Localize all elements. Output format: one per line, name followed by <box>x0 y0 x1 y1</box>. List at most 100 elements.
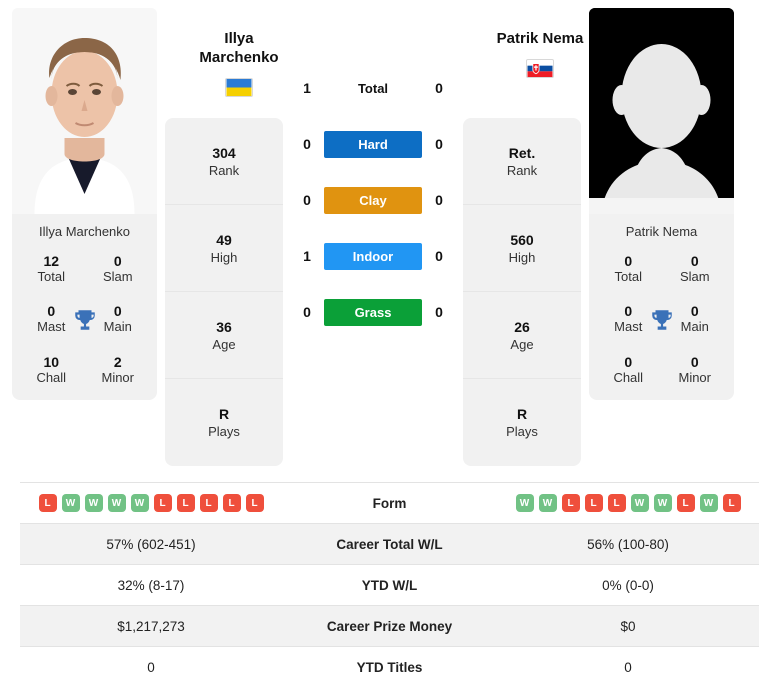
flag-ukraine-icon <box>225 77 253 97</box>
left-player-name-line1: Illya <box>224 30 254 47</box>
h2h-hard-left-count: 0 <box>303 136 311 152</box>
left-form-badges: L W W W W L L L L L <box>20 494 282 512</box>
h2h-hard-label[interactable]: Hard <box>324 130 422 158</box>
table-row-ytd-titles: 0 YTD Titles 0 <box>20 646 759 688</box>
label: High <box>210 249 238 265</box>
h2h-grass-right-count: 0 <box>435 304 443 320</box>
left-titles-grid: 12 Total 0 Slam 0 Mast 0 Main 10 Chall 2… <box>18 253 151 386</box>
h2h-clay-right-count: 0 <box>435 192 443 208</box>
form-badge: W <box>130 494 149 512</box>
right-player-column: Patrik Nema 0 Total 0 Slam 0 Mast 0 Main… <box>581 0 746 401</box>
form-badge: L <box>245 494 264 512</box>
h2h-clay-left-count: 0 <box>303 192 311 208</box>
value: 36 <box>216 318 232 335</box>
table-row-career-prize-money: $1,217,273 Career Prize Money $0 <box>20 605 759 647</box>
label: Minor <box>101 369 134 385</box>
right-ytd-titles: 0 <box>624 659 632 675</box>
label: Plays <box>506 424 538 439</box>
player-comparison-page: Illya Marchenko 12 Total 0 Slam 0 Mast 0… <box>0 0 779 699</box>
left-ytd-titles: 0 <box>147 659 155 675</box>
left-high-row: 49 High <box>165 205 283 292</box>
right-plays-row: R Plays <box>463 379 581 466</box>
value: 304 <box>212 144 236 161</box>
right-stats-card: Ret. Rank 560 High 26 Age R Plays <box>463 118 581 466</box>
right-titles-slam: 0 Slam <box>662 253 729 285</box>
right-titles-minor: 0 Minor <box>662 354 729 386</box>
left-rank-row: 304 Rank <box>165 118 283 205</box>
h2h-row-indoor: 1 Indoor 0 <box>283 228 463 284</box>
right-rank-row: Ret. Rank <box>463 118 581 205</box>
right-titles-chall: 0 Chall <box>595 354 662 386</box>
form-badge: L <box>584 494 603 512</box>
value: 0 <box>624 353 633 370</box>
h2h-indoor-left-count: 1 <box>303 248 311 264</box>
right-player-header[interactable]: Patrik Nema <box>481 30 599 78</box>
value: 0 <box>690 253 699 269</box>
label: Plays <box>208 424 240 439</box>
right-age-row: 26 Age <box>463 292 581 379</box>
form-badge: W <box>538 494 557 512</box>
h2h-clay-label[interactable]: Clay <box>324 186 422 214</box>
trophy-icon <box>649 307 675 333</box>
row-label-career-total-wl: Career Total W/L <box>336 536 443 552</box>
value: 10 <box>43 353 60 370</box>
h2h-row-hard: 0 Hard 0 <box>283 116 463 172</box>
form-badge: W <box>653 494 672 512</box>
form-badge: L <box>199 494 218 512</box>
label: Slam <box>679 269 710 285</box>
value: 560 <box>510 231 534 248</box>
table-row-ytd-wl: 32% (8-17) YTD W/L 0% (0-0) <box>20 564 759 606</box>
left-titles-slam: 0 Slam <box>85 253 152 285</box>
h2h-row-grass: 0 Grass 0 <box>283 284 463 340</box>
form-badge: L <box>607 494 626 512</box>
left-titles-minor: 2 Minor <box>85 354 152 386</box>
table-row-career-total-wl: 57% (602-451) Career Total W/L 56% (100-… <box>20 523 759 565</box>
right-career-titles-card: Patrik Nema 0 Total 0 Slam 0 Mast 0 Main… <box>589 214 734 401</box>
label: Total <box>37 269 65 285</box>
right-form-badges: W W L L L W W L W L <box>497 494 759 512</box>
h2h-indoor-label[interactable]: Indoor <box>324 242 422 270</box>
value: 49 <box>216 231 232 248</box>
label: Slam <box>102 269 133 285</box>
label: Total <box>614 269 642 285</box>
left-stats-card: 304 Rank 49 High 36 Age R Plays <box>165 118 283 466</box>
label: Chall <box>613 369 644 385</box>
form-badge: W <box>515 494 534 512</box>
left-player-header[interactable]: Illya Marchenko <box>180 30 298 97</box>
right-form-cell: W W L L L W W L W L <box>497 483 759 524</box>
h2h-grass-left-count: 0 <box>303 304 311 320</box>
left-form-cell: L W W W W L L L L L <box>20 483 282 524</box>
value: Ret. <box>508 144 536 161</box>
comparison-stats-table: L W W W W L L L L L Form W W L L L W W L… <box>20 482 759 688</box>
form-badge: W <box>699 494 718 512</box>
head-to-head-column: 1 Total 0 0 Hard 0 0 Clay 0 1 Indoor 0 0 <box>283 0 463 340</box>
player-photo-placeholder <box>589 8 734 214</box>
left-career-total-wl: 57% (602-451) <box>106 536 196 552</box>
trophy-icon <box>72 307 98 333</box>
right-career-total-wl: 56% (100-80) <box>587 536 669 552</box>
value: 2 <box>113 353 122 370</box>
row-label-ytd-titles: YTD Titles <box>356 659 423 675</box>
row-label-ytd-wl: YTD W/L <box>361 577 418 593</box>
h2h-row-total: 1 Total 0 <box>283 60 463 116</box>
left-player-name-line2: Marchenko <box>199 48 279 66</box>
right-career-title: Patrik Nema <box>625 224 698 239</box>
label: Age <box>212 336 236 352</box>
form-badge: L <box>561 494 580 512</box>
value: R <box>516 406 528 422</box>
form-badge: L <box>676 494 695 512</box>
form-badge: L <box>176 494 195 512</box>
value: 0 <box>113 253 122 269</box>
value: 12 <box>43 253 60 269</box>
form-badge: L <box>38 494 57 512</box>
form-badge: W <box>84 494 103 512</box>
left-titles-total: 12 Total <box>18 253 85 285</box>
form-badge: W <box>107 494 126 512</box>
h2h-row-clay: 0 Clay 0 <box>283 172 463 228</box>
right-career-prize-money: $0 <box>620 618 636 634</box>
h2h-grass-label[interactable]: Grass <box>324 298 422 326</box>
left-career-titles-card: Illya Marchenko 12 Total 0 Slam 0 Mast 0… <box>12 214 157 401</box>
left-career-prize-money: $1,217,273 <box>117 618 185 634</box>
comparison-section: Illya Marchenko 12 Total 0 Slam 0 Mast 0… <box>0 0 779 478</box>
right-player-name-line1: Patrik Nema <box>496 30 584 47</box>
